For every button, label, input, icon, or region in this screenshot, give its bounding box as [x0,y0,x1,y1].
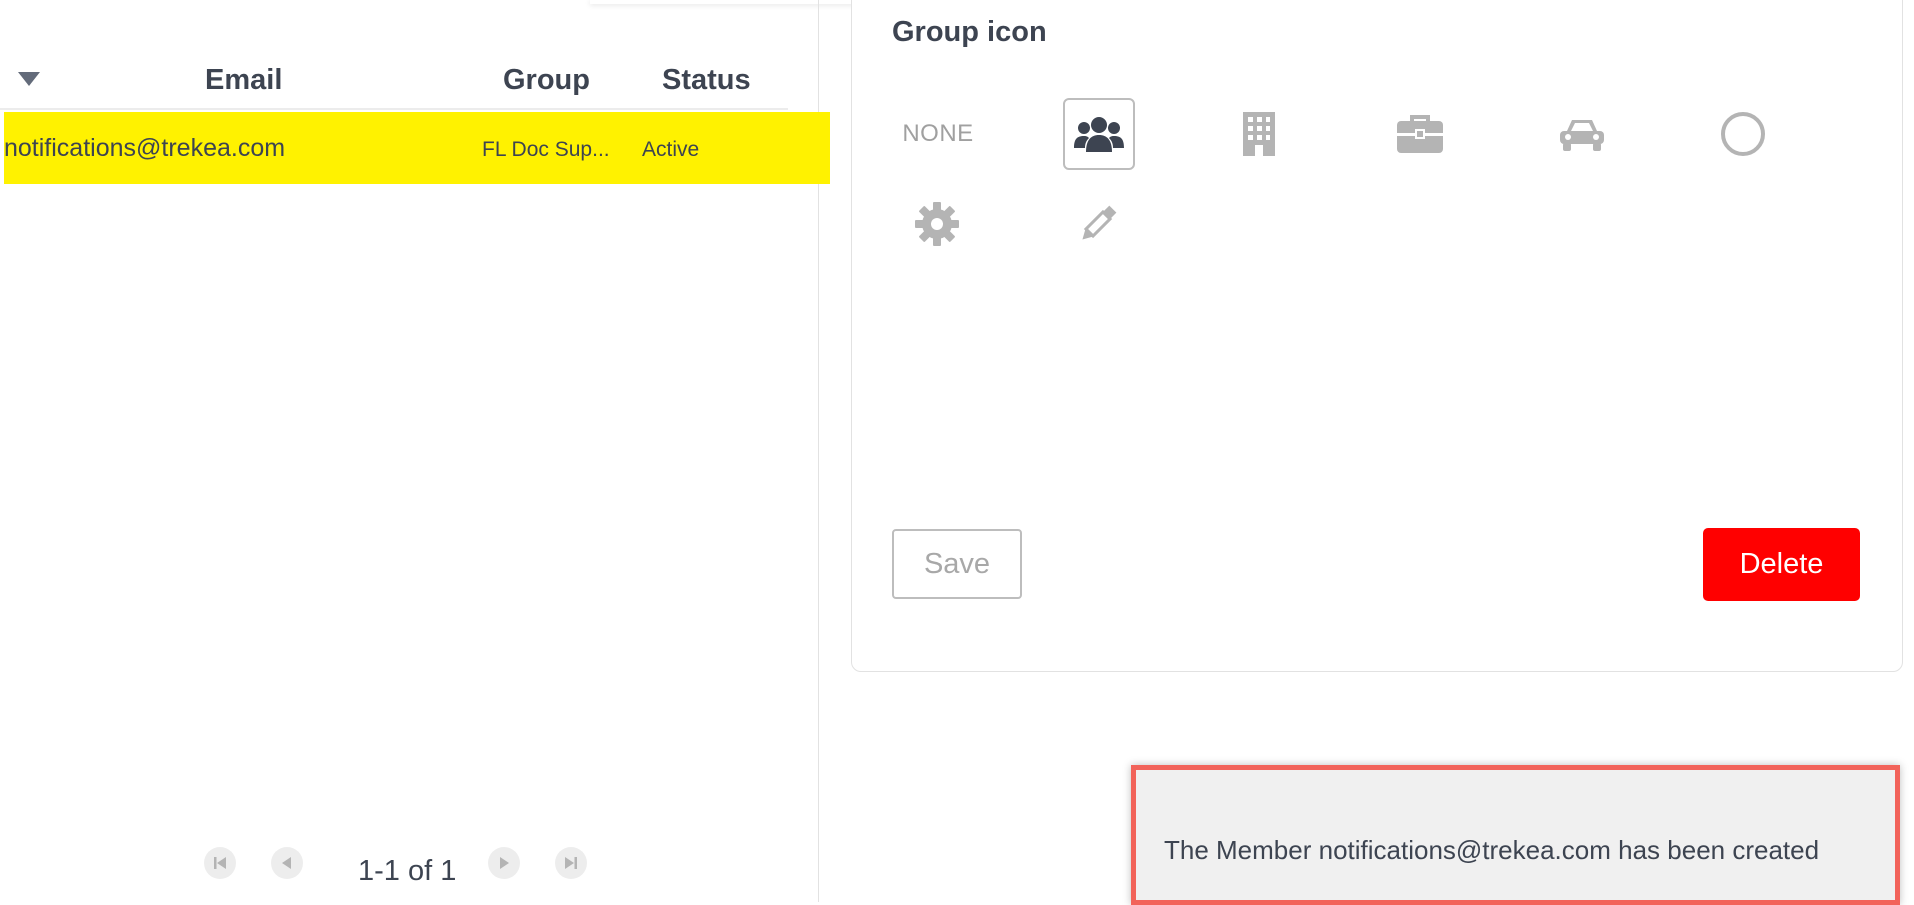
delete-button[interactable]: Delete [1703,528,1860,601]
column-header-status[interactable]: Status [662,62,751,98]
first-page-icon[interactable] [204,847,236,879]
none-label: NONE [902,120,974,147]
icon-option-building[interactable] [1225,100,1293,168]
car-icon [1560,120,1604,151]
cell-status: Active [642,138,700,161]
icon-option-briefcase[interactable] [1386,100,1454,168]
cell-group: FL Doc Sup... [482,138,610,161]
members-table-panel: Email Group Status notifications@trekea.… [0,0,830,902]
briefcase-icon [1397,115,1443,153]
column-header-email[interactable]: Email [205,62,282,98]
users-icon [1074,117,1124,152]
icon-option-pencil[interactable] [1064,190,1132,258]
building-icon [1243,112,1275,156]
group-icon-title: Group icon [892,16,1047,48]
circle-icon [1721,112,1765,156]
icon-option-car[interactable] [1548,100,1616,168]
pagination-range: 1-1 of 1 [358,855,457,887]
icon-option-circle[interactable] [1709,100,1777,168]
previous-page-icon[interactable] [271,847,303,879]
gear-icon [915,202,959,246]
save-button[interactable]: Save [892,529,1022,599]
icon-option-users[interactable] [1063,98,1135,170]
icon-option-none[interactable]: NONE [902,100,974,168]
pencil-icon [1082,205,1117,240]
last-page-icon[interactable] [555,847,587,879]
column-header-group[interactable]: Group [503,62,590,98]
cell-email: notifications@trekea.com [4,134,286,162]
icon-option-gear[interactable] [903,190,971,258]
table-row[interactable]: notifications@trekea.com FL Doc Sup... A… [4,112,830,184]
header-divider [0,108,788,110]
toast-message: The Member notifications@trekea.com has … [1164,835,1820,865]
next-page-icon[interactable] [488,847,520,879]
success-toast: The Member notifications@trekea.com has … [1131,765,1900,905]
sort-caret-icon[interactable] [18,72,40,86]
